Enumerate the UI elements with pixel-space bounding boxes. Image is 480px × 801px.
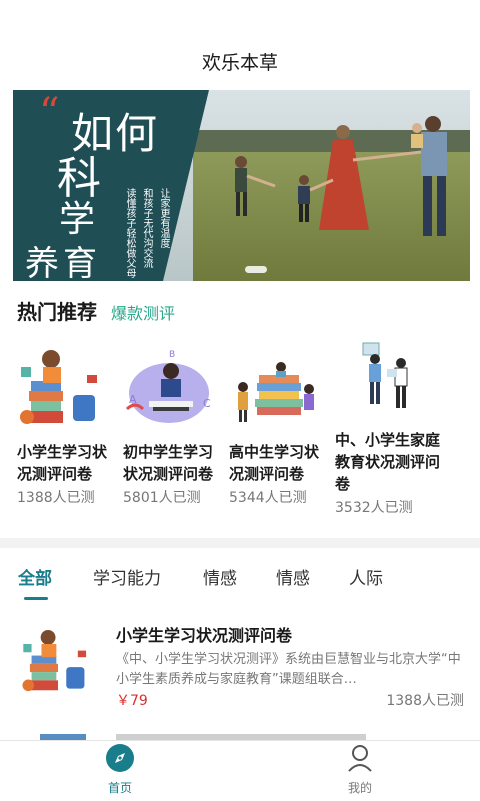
hot-card-title: 初中学生学习状况测评问卷 bbox=[123, 443, 214, 483]
banner-vertical-text-2: 和孩子无代沟交流 bbox=[141, 188, 152, 268]
tab-interpersonal[interactable]: 人际 bbox=[349, 564, 383, 589]
hot-card-title: 中、小学生家庭教育状况测评问卷 bbox=[335, 431, 441, 493]
compass-icon bbox=[106, 744, 134, 772]
hot-section-header: 热门推荐 爆款测评 bbox=[17, 296, 175, 325]
tab-emotion[interactable]: 情感 bbox=[203, 564, 237, 589]
app-header: 欢乐本草 bbox=[0, 0, 480, 90]
parents-presentation-illustration bbox=[335, 339, 445, 423]
next-list-item-partial bbox=[0, 722, 480, 740]
hot-card-title: 小学生学习状况测评问卷 bbox=[17, 443, 108, 483]
category-tabs: 全部 学习能力 情感 情感 人际 bbox=[0, 560, 480, 600]
tab-emotion-2[interactable]: 情感 bbox=[276, 564, 310, 589]
promo-banner[interactable]: “ 如何 科 学 养育 让家更有温度 和孩子无代沟交流 读懂孩子轻松做父母 bbox=[13, 90, 470, 281]
student-with-laptop-illustration: A C B bbox=[123, 345, 223, 435]
section-divider bbox=[0, 538, 480, 548]
svg-text:C: C bbox=[203, 397, 211, 410]
tabbar-home[interactable]: 首页 bbox=[80, 743, 160, 796]
hot-card-count: 5801人已测 bbox=[123, 490, 201, 506]
hot-card[interactable]: A C B 初中学生学习状况测评问卷 5801人已测 bbox=[123, 345, 223, 507]
hot-card[interactable]: 高中生学习状况测评问卷 5344人已测 bbox=[229, 345, 329, 507]
hot-cards: 小学生学习状况测评问卷 1388人已测 A C B 初中学生学习状况测评问卷 5… bbox=[0, 342, 480, 535]
list-item-price: ￥79 bbox=[116, 693, 148, 709]
banner-vertical-text-3: 读懂孩子轻松做父母 bbox=[124, 188, 135, 278]
hot-card-count: 3532人已测 bbox=[335, 500, 413, 516]
boy-reading-books-illustration bbox=[20, 620, 96, 706]
svg-text:B: B bbox=[169, 350, 175, 360]
hot-card-count: 1388人已测 bbox=[17, 490, 95, 506]
hot-card-count: 5344人已测 bbox=[229, 490, 307, 506]
banner-headline-3: 学 bbox=[59, 199, 96, 240]
hot-title: 热门推荐 bbox=[17, 300, 97, 324]
list-item[interactable]: 小学生学习状况测评问卷 《中、小学生学习状况测评》系统由巨慧智业与北京大学“中小… bbox=[0, 610, 480, 720]
banner-headline-4: 养育 bbox=[25, 244, 101, 281]
banner-vertical-text-1: 让家更有温度 bbox=[158, 188, 169, 248]
tabbar-me-label: 我的 bbox=[347, 781, 372, 795]
list-item-description: 《中、小学生学习状况测评》系统由巨慧智业与北京大学“中小学生素质养成与家庭教育”… bbox=[116, 652, 461, 687]
user-icon bbox=[348, 745, 372, 772]
boy-reading-books-illustration bbox=[17, 345, 117, 435]
list-item-count: 1388人已测 bbox=[386, 693, 464, 709]
banner-quote-mark: “ bbox=[39, 90, 60, 136]
tab-learning-ability[interactable]: 学习能力 bbox=[93, 564, 161, 589]
hot-card[interactable]: 小学生学习状况测评问卷 1388人已测 bbox=[17, 345, 117, 507]
list-item-title: 小学生学习状况测评问卷 bbox=[116, 626, 293, 645]
tabbar-home-label: 首页 bbox=[107, 781, 132, 795]
students-on-books-illustration bbox=[229, 345, 329, 435]
app-title: 欢乐本草 bbox=[201, 52, 278, 74]
active-tab-indicator bbox=[24, 597, 48, 600]
hot-card-title: 高中生学习状况测评问卷 bbox=[229, 443, 320, 483]
tab-all[interactable]: 全部 bbox=[18, 564, 52, 589]
tabbar-me[interactable]: 我的 bbox=[320, 743, 400, 796]
carousel-indicator[interactable] bbox=[245, 266, 267, 273]
bottom-tab-bar: 首页 我的 bbox=[0, 740, 480, 801]
hot-card[interactable]: 中、小学生家庭教育状况测评问卷 3532人已测 bbox=[335, 339, 445, 517]
hot-subtitle[interactable]: 爆款测评 bbox=[111, 300, 175, 324]
